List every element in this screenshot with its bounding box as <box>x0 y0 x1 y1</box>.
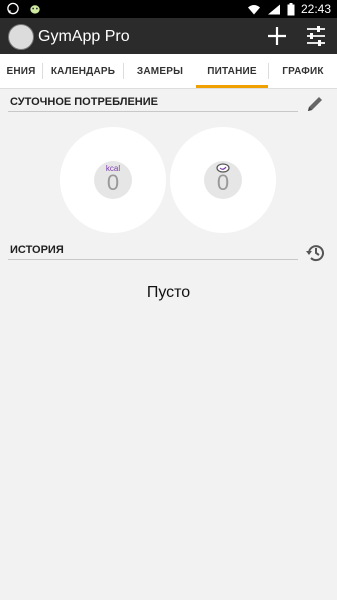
active-tab-indicator <box>196 85 268 88</box>
app-bar: GymApp Pro <box>0 18 337 54</box>
second-nutrient-inner: 0 <box>204 161 242 199</box>
calories-value: 0 <box>106 170 120 195</box>
tab-nutrition[interactable]: ПИТАНИЕ <box>196 54 268 88</box>
history-empty-text: Пусто <box>146 284 191 301</box>
daily-intake-title: СУТОЧНОЕ ПОТРЕБЛЕНИЕ <box>10 96 158 108</box>
signal-icon <box>267 4 280 14</box>
app-title: GymApp Pro <box>38 28 130 45</box>
app-logo-icon <box>8 24 34 50</box>
battery-icon <box>287 2 295 15</box>
android-icon <box>30 5 40 14</box>
add-button[interactable] <box>265 24 289 48</box>
calories-inner: kcal 0 <box>94 161 132 199</box>
history-title: ИСТОРИЯ <box>10 244 64 256</box>
second-nutrient-value: 0 <box>216 170 230 195</box>
tune-button[interactable] <box>305 24 327 48</box>
edit-icon[interactable] <box>305 94 325 114</box>
wifi-icon <box>247 4 260 14</box>
tab-measurements[interactable]: ЗАМЕРЫ <box>124 54 196 88</box>
tab-chart[interactable]: ГРАФИК <box>269 54 337 88</box>
whatsapp-icon <box>7 2 19 15</box>
second-nutrient-card: 0 <box>170 127 276 233</box>
status-time: 22:43 <box>300 2 331 16</box>
section-divider <box>8 259 298 260</box>
tab-bar: ЕНИЯ КАЛЕНДАРЬ ЗАМЕРЫ ПИТАНИЕ ГРАФИК <box>0 54 337 89</box>
tab-calendar[interactable]: КАЛЕНДАРЬ <box>43 54 123 88</box>
tab-exercises[interactable]: ЕНИЯ <box>0 54 42 88</box>
history-icon[interactable] <box>305 242 327 264</box>
calories-card: kcal 0 <box>60 127 166 233</box>
section-divider <box>8 111 298 112</box>
status-bar: 22:43 <box>0 0 337 18</box>
